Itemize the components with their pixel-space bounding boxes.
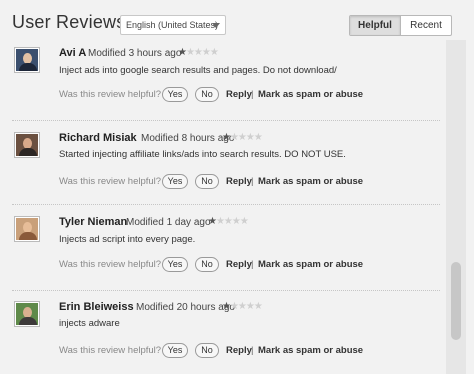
page-title: User Reviews: [12, 12, 126, 32]
rating-stars: ★★★★★: [208, 216, 249, 227]
review-text: Inject ads into google search results an…: [59, 65, 337, 76]
mark-spam-link[interactable]: Mark as spam or abuse: [258, 259, 363, 270]
helpful-question: Was this review helpful?: [59, 259, 162, 270]
scrollbar-thumb[interactable]: [451, 262, 461, 340]
review-text: Started injecting affiliate links/ads in…: [59, 149, 346, 160]
reply-link[interactable]: Reply: [226, 176, 252, 187]
review-divider: [12, 120, 440, 121]
helpful-no-button[interactable]: No: [195, 87, 219, 102]
review-modified: Modified 20 hours ago: [136, 302, 235, 313]
rating-stars: ★★★★★: [222, 132, 263, 143]
helpful-question: Was this review helpful?: [59, 345, 162, 356]
mark-spam-link[interactable]: Mark as spam or abuse: [258, 176, 363, 187]
rating-stars: ★★★★★: [222, 301, 263, 312]
review-author[interactable]: Richard Misiak: [59, 132, 137, 144]
review-modified: Modified 3 hours ago: [88, 48, 182, 59]
star-empty-icon: ★★★★: [229, 132, 263, 143]
avatar: [14, 301, 40, 327]
review-item: Tyler Nieman Modified 1 day ago ★★★★★ In…: [0, 213, 440, 299]
helpful-no-button[interactable]: No: [195, 257, 219, 272]
review-author[interactable]: Avi A: [59, 47, 86, 59]
review-item: Erin Bleiweiss Modified 20 hours ago ★★★…: [0, 298, 440, 374]
review-divider: [12, 290, 440, 291]
helpful-yes-button[interactable]: Yes: [162, 87, 188, 102]
link-separator: |: [251, 259, 254, 270]
avatar: [14, 47, 40, 73]
star-empty-icon: ★★★★: [185, 47, 219, 58]
scrollbar[interactable]: [446, 40, 466, 374]
sort-recent-button[interactable]: Recent: [401, 16, 451, 35]
star-empty-icon: ★★★★: [229, 301, 263, 312]
link-separator: |: [251, 89, 254, 100]
star-filled-icon: ★: [222, 301, 231, 312]
helpful-no-button[interactable]: No: [195, 343, 219, 358]
review-text: Injects ad script into every page.: [59, 234, 196, 245]
language-select[interactable]: English (United States): [120, 15, 226, 35]
star-filled-icon: ★: [208, 216, 217, 227]
review-item: Avi A Modified 3 hours ago ★★★★★ Inject …: [0, 40, 440, 126]
link-separator: |: [251, 176, 254, 187]
helpful-yes-button[interactable]: Yes: [162, 257, 188, 272]
link-separator: |: [251, 345, 254, 356]
helpful-no-button[interactable]: No: [195, 174, 219, 189]
review-author[interactable]: Erin Bleiweiss: [59, 301, 134, 313]
mark-spam-link[interactable]: Mark as spam or abuse: [258, 345, 363, 356]
chevron-down-icon: [212, 23, 220, 28]
reply-link[interactable]: Reply: [226, 345, 252, 356]
review-divider: [12, 204, 440, 205]
review-list: Avi A Modified 3 hours ago ★★★★★ Inject …: [0, 40, 440, 374]
helpful-yes-button[interactable]: Yes: [162, 174, 188, 189]
review-author[interactable]: Tyler Nieman: [59, 216, 127, 228]
mark-spam-link[interactable]: Mark as spam or abuse: [258, 89, 363, 100]
helpful-question: Was this review helpful?: [59, 89, 162, 100]
review-modified: Modified 8 hours ago: [141, 133, 235, 144]
sort-helpful-button[interactable]: Helpful: [350, 16, 401, 35]
review-item: Richard Misiak Modified 8 hours ago ★★★★…: [0, 129, 440, 215]
sort-toggle: Helpful Recent: [349, 15, 452, 36]
avatar: [14, 216, 40, 242]
review-text: injects adware: [59, 318, 120, 329]
avatar: [14, 132, 40, 158]
rating-stars: ★★★★★: [178, 47, 219, 58]
reviews-header: User Reviews English (United States) Hel…: [0, 0, 474, 40]
helpful-question: Was this review helpful?: [59, 176, 162, 187]
review-modified: Modified 1 day ago: [126, 217, 211, 228]
helpful-yes-button[interactable]: Yes: [162, 343, 188, 358]
reply-link[interactable]: Reply: [226, 259, 252, 270]
star-empty-icon: ★★★★: [215, 216, 249, 227]
reply-link[interactable]: Reply: [226, 89, 252, 100]
star-filled-icon: ★: [222, 132, 231, 143]
language-select-value: English (United States): [126, 20, 219, 30]
star-filled-icon: ★: [178, 47, 187, 58]
